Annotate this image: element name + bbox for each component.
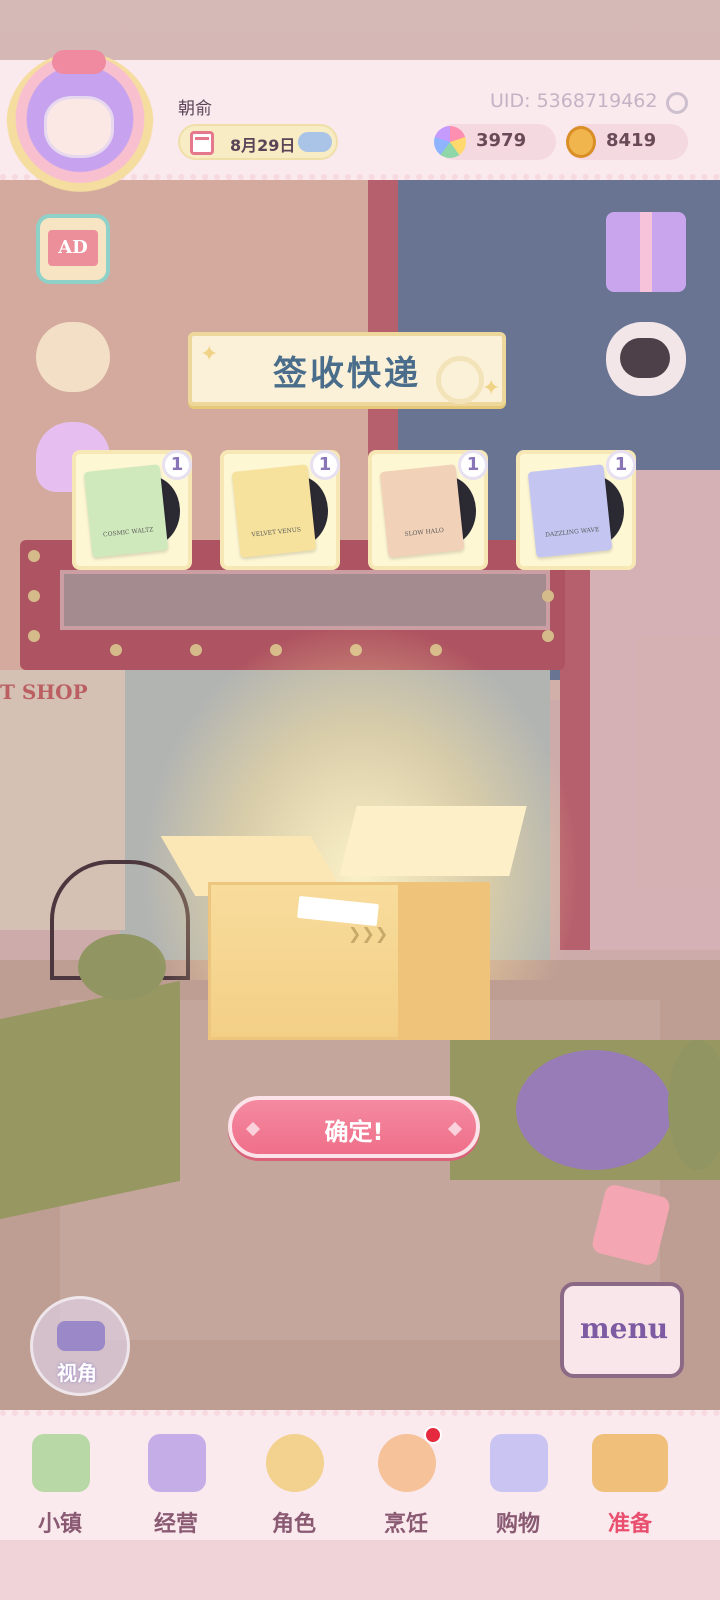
confirm-label: 确定! [324, 1118, 384, 1146]
nav-label: 小镇 [37, 1512, 82, 1537]
coins-counter[interactable]: 8419 [566, 124, 688, 160]
nav-label: 角色 [271, 1512, 316, 1537]
nav-label: 购物 [495, 1512, 540, 1537]
record-sleeve: VELVET VENUS [231, 464, 317, 558]
reward-item[interactable]: COSMIC WALTZ 1 [72, 450, 192, 570]
character-icon [266, 1434, 324, 1492]
modal-title-banner: ✦ ✦ 签收快递 [188, 332, 506, 406]
sandwich-icon [378, 1434, 436, 1492]
record-sleeve: DAZZLING WAVE [527, 464, 613, 558]
reward-item[interactable]: DAZZLING WAVE 1 [516, 450, 636, 570]
system-home-bar [0, 1540, 720, 1600]
basket-icon [592, 1434, 668, 1492]
nav-item-cooking[interactable]: 烹饪 [354, 1426, 458, 1540]
menu-button[interactable]: menu [560, 1282, 684, 1378]
arrows-icon: ❯❯❯ [348, 924, 389, 943]
item-count-badge: 1 [606, 450, 636, 480]
menu-label: menu [580, 1312, 669, 1345]
camera-label: 视角 [57, 1361, 97, 1385]
user-id: UID: 5368719462 [490, 90, 658, 112]
nav-label: 烹饪 [383, 1512, 428, 1537]
record-title: COSMIC WALTZ [102, 526, 154, 539]
nav-item-business[interactable]: 经营 [124, 1426, 228, 1540]
cat-face-icon [620, 338, 670, 378]
avatar-face [44, 96, 114, 158]
open-parcel-box: ❯❯❯ [160, 806, 528, 1042]
cat-chat-button[interactable] [606, 322, 686, 396]
camera-view-button[interactable]: 视角 [30, 1296, 130, 1396]
avatar-bow [52, 50, 106, 74]
box-flap [339, 806, 527, 876]
modal-title: 签收快递 [273, 354, 421, 394]
item-count-badge: 1 [458, 450, 488, 480]
tanuki-event-button[interactable] [36, 322, 110, 392]
reward-item[interactable]: SLOW HALO 1 [368, 450, 488, 570]
record-sleeve: SLOW HALO [379, 464, 465, 558]
box-side [398, 882, 490, 1040]
map-icon [32, 1434, 90, 1492]
item-count-badge: 1 [162, 450, 192, 480]
gems-counter[interactable]: 3979 [434, 124, 556, 160]
video-camera-icon [57, 1321, 105, 1351]
gems-value: 3979 [476, 130, 527, 151]
weather-cloud-icon [298, 132, 332, 152]
ad-label: AD [48, 230, 98, 266]
nav-label: 经营 [153, 1512, 198, 1537]
date-display: 8月29日 [178, 124, 338, 160]
bottom-nav: 小镇 经营 角色 烹饪 购物 准备 [0, 1410, 720, 1540]
shop-bag-icon [148, 1434, 206, 1492]
nav-item-prepare[interactable]: 准备 [578, 1426, 682, 1540]
ad-button[interactable]: AD [36, 214, 110, 284]
record-title: DAZZLING WAVE [544, 526, 600, 539]
notification-dot [424, 1426, 442, 1444]
nav-label: 准备 [607, 1512, 652, 1537]
copy-uid-icon[interactable] [666, 92, 688, 114]
coins-value: 8419 [606, 130, 657, 151]
calendar-icon [190, 131, 214, 155]
item-count-badge: 1 [310, 450, 340, 480]
player-name: 朝俞 [178, 99, 212, 119]
reward-items: COSMIC WALTZ 1 VELVET VENUS 1 SLOW HALO … [72, 450, 638, 570]
coin-icon [566, 126, 596, 158]
gem-icon [434, 126, 466, 158]
nav-item-character[interactable]: 角色 [242, 1426, 346, 1540]
date-text: 8月29日 [230, 136, 296, 155]
reward-item[interactable]: VELVET VENUS 1 [220, 450, 340, 570]
record-sleeve: COSMIC WALTZ [83, 464, 169, 558]
gift-icon[interactable] [606, 212, 686, 292]
confirm-button[interactable]: 确定! [228, 1096, 480, 1158]
record-title: VELVET VENUS [251, 526, 302, 539]
record-title: SLOW HALO [404, 526, 445, 538]
nav-item-town[interactable]: 小镇 [8, 1426, 112, 1540]
nav-item-shopping[interactable]: 购物 [466, 1426, 570, 1540]
shopping-bag-icon [490, 1434, 548, 1492]
